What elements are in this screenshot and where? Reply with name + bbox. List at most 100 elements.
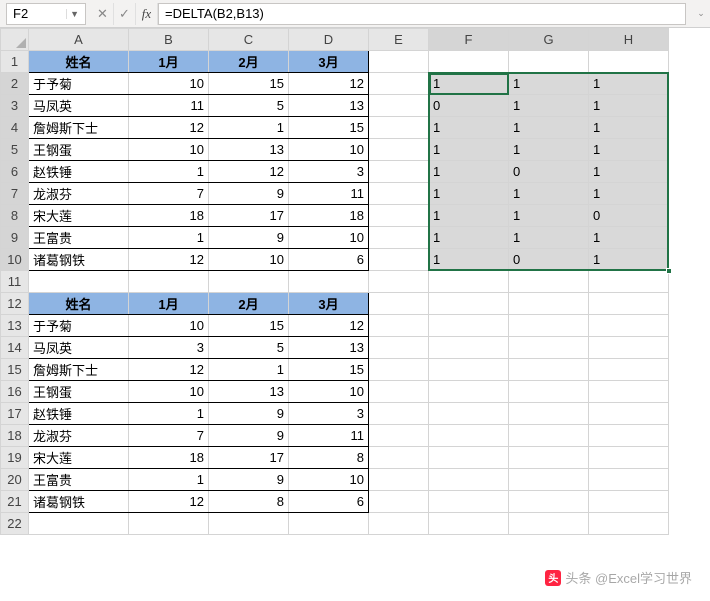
cell[interactable] <box>509 293 589 315</box>
t1-val[interactable]: 12 <box>129 117 209 139</box>
cell[interactable] <box>509 469 589 491</box>
t2-val[interactable]: 15 <box>209 315 289 337</box>
t2-val[interactable]: 9 <box>209 469 289 491</box>
cell[interactable] <box>289 513 369 535</box>
col-header-C[interactable]: C <box>209 29 289 51</box>
t1-val[interactable]: 12 <box>129 249 209 271</box>
t2-header[interactable]: 姓名 <box>29 293 129 315</box>
row-header-19[interactable]: 19 <box>1 447 29 469</box>
t1-val[interactable]: 13 <box>209 139 289 161</box>
t2-name[interactable]: 龙淑芬 <box>29 425 129 447</box>
cell[interactable] <box>369 205 429 227</box>
t1-name[interactable]: 马凤英 <box>29 95 129 117</box>
delta-val[interactable]: 1 <box>429 183 509 205</box>
select-all-corner[interactable] <box>1 29 29 51</box>
row-header-13[interactable]: 13 <box>1 315 29 337</box>
t1-val[interactable]: 1 <box>129 161 209 183</box>
expand-formula-icon[interactable]: ⌄ <box>692 8 710 19</box>
cell[interactable] <box>369 359 429 381</box>
cell[interactable] <box>589 271 669 293</box>
t1-val[interactable]: 1 <box>209 117 289 139</box>
cell[interactable] <box>369 513 429 535</box>
delta-val[interactable]: 1 <box>589 73 669 95</box>
t1-val[interactable]: 17 <box>209 205 289 227</box>
row-header-1[interactable]: 1 <box>1 51 29 73</box>
cell[interactable] <box>429 293 509 315</box>
cell[interactable] <box>429 359 509 381</box>
row-header-3[interactable]: 3 <box>1 95 29 117</box>
t1-name[interactable]: 王富贵 <box>29 227 129 249</box>
enter-icon[interactable]: ✓ <box>114 3 136 25</box>
t1-val[interactable]: 13 <box>289 95 369 117</box>
cell[interactable] <box>509 315 589 337</box>
cell[interactable] <box>509 403 589 425</box>
row-header-2[interactable]: 2 <box>1 73 29 95</box>
t1-val[interactable]: 9 <box>209 227 289 249</box>
cell[interactable] <box>369 117 429 139</box>
row-header-16[interactable]: 16 <box>1 381 29 403</box>
t2-name[interactable]: 马凤英 <box>29 337 129 359</box>
delta-val[interactable]: 0 <box>509 161 589 183</box>
t1-name[interactable]: 诸葛钢铁 <box>29 249 129 271</box>
t1-name[interactable]: 宋大莲 <box>29 205 129 227</box>
cell[interactable] <box>589 447 669 469</box>
cell[interactable] <box>369 161 429 183</box>
cell[interactable] <box>589 491 669 513</box>
row-header-9[interactable]: 9 <box>1 227 29 249</box>
fx-icon[interactable]: fx <box>136 3 158 25</box>
cell[interactable] <box>209 271 289 293</box>
cell[interactable] <box>509 51 589 73</box>
row-header-17[interactable]: 17 <box>1 403 29 425</box>
delta-val[interactable]: 1 <box>509 139 589 161</box>
t2-val[interactable]: 18 <box>129 447 209 469</box>
t2-val[interactable]: 10 <box>289 381 369 403</box>
t2-val[interactable]: 8 <box>289 447 369 469</box>
t2-name[interactable]: 于予菊 <box>29 315 129 337</box>
t2-val[interactable]: 1 <box>129 403 209 425</box>
delta-val[interactable]: 1 <box>509 73 589 95</box>
row-header-12[interactable]: 12 <box>1 293 29 315</box>
cell[interactable] <box>589 293 669 315</box>
row-header-14[interactable]: 14 <box>1 337 29 359</box>
cell[interactable] <box>509 381 589 403</box>
t1-name[interactable]: 于予菊 <box>29 73 129 95</box>
t1-header[interactable]: 3月 <box>289 51 369 73</box>
cell[interactable] <box>369 447 429 469</box>
cell[interactable] <box>369 315 429 337</box>
t1-val[interactable]: 10 <box>209 249 289 271</box>
t1-val[interactable]: 3 <box>289 161 369 183</box>
row-header-7[interactable]: 7 <box>1 183 29 205</box>
t1-val[interactable]: 10 <box>289 139 369 161</box>
cell[interactable] <box>369 425 429 447</box>
cell[interactable] <box>429 469 509 491</box>
t2-val[interactable]: 12 <box>129 491 209 513</box>
t2-val[interactable]: 13 <box>209 381 289 403</box>
cell[interactable] <box>369 293 429 315</box>
t1-val[interactable]: 15 <box>209 73 289 95</box>
delta-val[interactable]: 1 <box>589 139 669 161</box>
cell[interactable] <box>429 403 509 425</box>
row-header-22[interactable]: 22 <box>1 513 29 535</box>
cell[interactable] <box>509 271 589 293</box>
cell[interactable] <box>429 513 509 535</box>
cell[interactable] <box>589 513 669 535</box>
t2-name[interactable]: 宋大莲 <box>29 447 129 469</box>
t2-name[interactable]: 赵铁锤 <box>29 403 129 425</box>
delta-val[interactable]: 1 <box>429 205 509 227</box>
cell[interactable] <box>369 95 429 117</box>
col-header-A[interactable]: A <box>29 29 129 51</box>
cell[interactable] <box>369 249 429 271</box>
delta-val[interactable]: 1 <box>429 227 509 249</box>
delta-val[interactable]: 1 <box>429 139 509 161</box>
t2-val[interactable]: 10 <box>289 469 369 491</box>
col-header-F[interactable]: F <box>429 29 509 51</box>
cell[interactable] <box>429 381 509 403</box>
col-header-B[interactable]: B <box>129 29 209 51</box>
delta-val[interactable]: 0 <box>509 249 589 271</box>
t1-header[interactable]: 1月 <box>129 51 209 73</box>
row-header-20[interactable]: 20 <box>1 469 29 491</box>
cell[interactable] <box>589 381 669 403</box>
delta-val[interactable]: 1 <box>429 249 509 271</box>
cell[interactable] <box>369 271 429 293</box>
cell[interactable] <box>429 315 509 337</box>
